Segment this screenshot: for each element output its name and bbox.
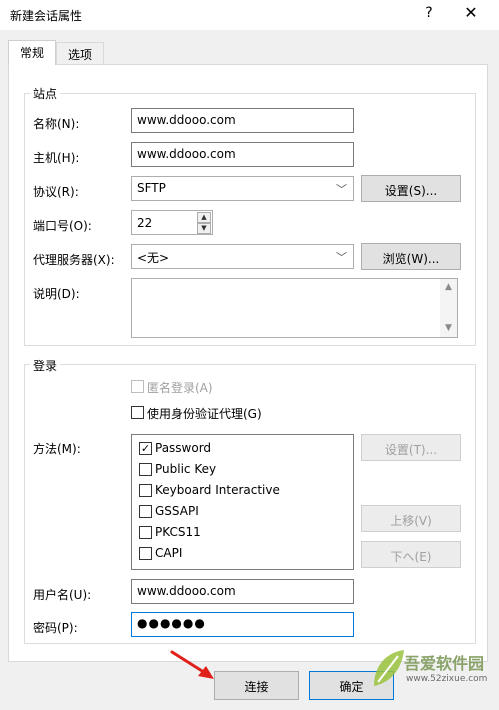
close-button[interactable]: ✕	[462, 3, 480, 22]
window-title: 新建会话属性	[10, 9, 83, 23]
host-label: 主机(H):	[33, 151, 80, 165]
protocol-label: 协议(R):	[33, 185, 79, 199]
method-capi-checkbox[interactable]	[139, 547, 152, 560]
port-value: 22	[137, 216, 153, 230]
tab-options[interactable]: 选项	[56, 42, 104, 64]
title-bar: 新建会话属性 ? ✕	[0, 0, 499, 30]
method-capi-label: CAPI	[155, 546, 183, 560]
method-listbox[interactable]: ✓ Password Public Key Keyboard Interacti…	[131, 434, 354, 570]
protocol-settings-button[interactable]: 设置(S)...	[361, 175, 461, 202]
login-group-title: 登录	[30, 357, 61, 374]
description-textarea[interactable]: ▲ ▼	[131, 278, 458, 338]
proxy-value: <无>	[137, 251, 170, 265]
tab-general[interactable]: 常规	[8, 40, 56, 65]
name-input[interactable]: www.ddooo.com	[131, 108, 354, 133]
password-input[interactable]: ●●●●●●	[131, 612, 354, 637]
watermark-text: 吾爱软件园	[404, 654, 485, 673]
move-up-button[interactable]: 上移(V)	[361, 505, 461, 532]
method-label: 方法(M):	[33, 442, 81, 456]
anonymous-checkbox[interactable]	[131, 380, 144, 393]
method-pkcs11-label: PKCS11	[155, 525, 201, 539]
proxy-label: 代理服务器(X):	[33, 253, 115, 267]
anonymous-label: 匿名登录(A)	[147, 381, 213, 395]
chevron-down-icon: ﹀	[336, 183, 347, 196]
scroll-down-icon[interactable]: ▼	[440, 320, 457, 337]
username-input[interactable]: www.ddooo.com	[131, 579, 354, 604]
watermark: 吾爱软件园 www.52zixue.com	[366, 636, 496, 708]
arrow-annotation-icon	[170, 650, 214, 679]
chevron-down-icon: ﹀	[336, 251, 347, 264]
username-label: 用户名(U):	[33, 588, 92, 602]
method-gssapi-label: GSSAPI	[155, 504, 199, 518]
port-spinner[interactable]: 22 ▲ ▼	[131, 210, 213, 235]
method-keyboard-label: Keyboard Interactive	[155, 483, 280, 497]
protocol-value: SFTP	[137, 181, 166, 195]
watermark-url: www.52zixue.com	[406, 674, 488, 684]
method-password-checkbox[interactable]: ✓	[139, 442, 152, 455]
method-publickey-checkbox[interactable]	[139, 463, 152, 476]
method-gssapi-checkbox[interactable]	[139, 505, 152, 518]
auth-agent-label: 使用身份验证代理(G)	[147, 407, 262, 421]
method-publickey-label: Public Key	[155, 462, 217, 476]
scroll-up-icon[interactable]: ▲	[440, 279, 457, 296]
connect-button[interactable]: 连接	[214, 671, 299, 700]
auth-agent-checkbox[interactable]	[131, 406, 144, 419]
leaf-logo-icon	[374, 650, 404, 686]
method-password-label: Password	[155, 441, 212, 455]
help-button[interactable]: ?	[422, 5, 436, 21]
description-scrollbar[interactable]: ▲ ▼	[440, 279, 457, 337]
tab-general-label: 常规	[19, 46, 44, 60]
tab-options-label: 选项	[67, 48, 92, 62]
proxy-select[interactable]: <无> ﹀	[131, 244, 354, 269]
site-group-title: 站点	[30, 85, 61, 102]
method-keyboard-checkbox[interactable]	[139, 484, 152, 497]
method-pkcs11-checkbox[interactable]	[139, 526, 152, 539]
protocol-select[interactable]: SFTP ﹀	[131, 176, 354, 201]
spin-down-icon[interactable]: ▼	[197, 223, 211, 234]
move-down-button[interactable]: 下へ(E)	[361, 541, 461, 568]
name-label: 名称(N):	[33, 117, 80, 131]
proxy-browse-button[interactable]: 浏览(W)...	[361, 243, 461, 270]
spin-up-icon[interactable]: ▲	[197, 212, 211, 223]
method-settings-button[interactable]: 设置(T)...	[361, 434, 461, 461]
port-label: 端口号(O):	[33, 219, 92, 233]
password-label: 密码(P):	[33, 621, 78, 635]
host-input[interactable]: www.ddooo.com	[131, 142, 354, 167]
description-label: 说明(D):	[33, 287, 80, 301]
